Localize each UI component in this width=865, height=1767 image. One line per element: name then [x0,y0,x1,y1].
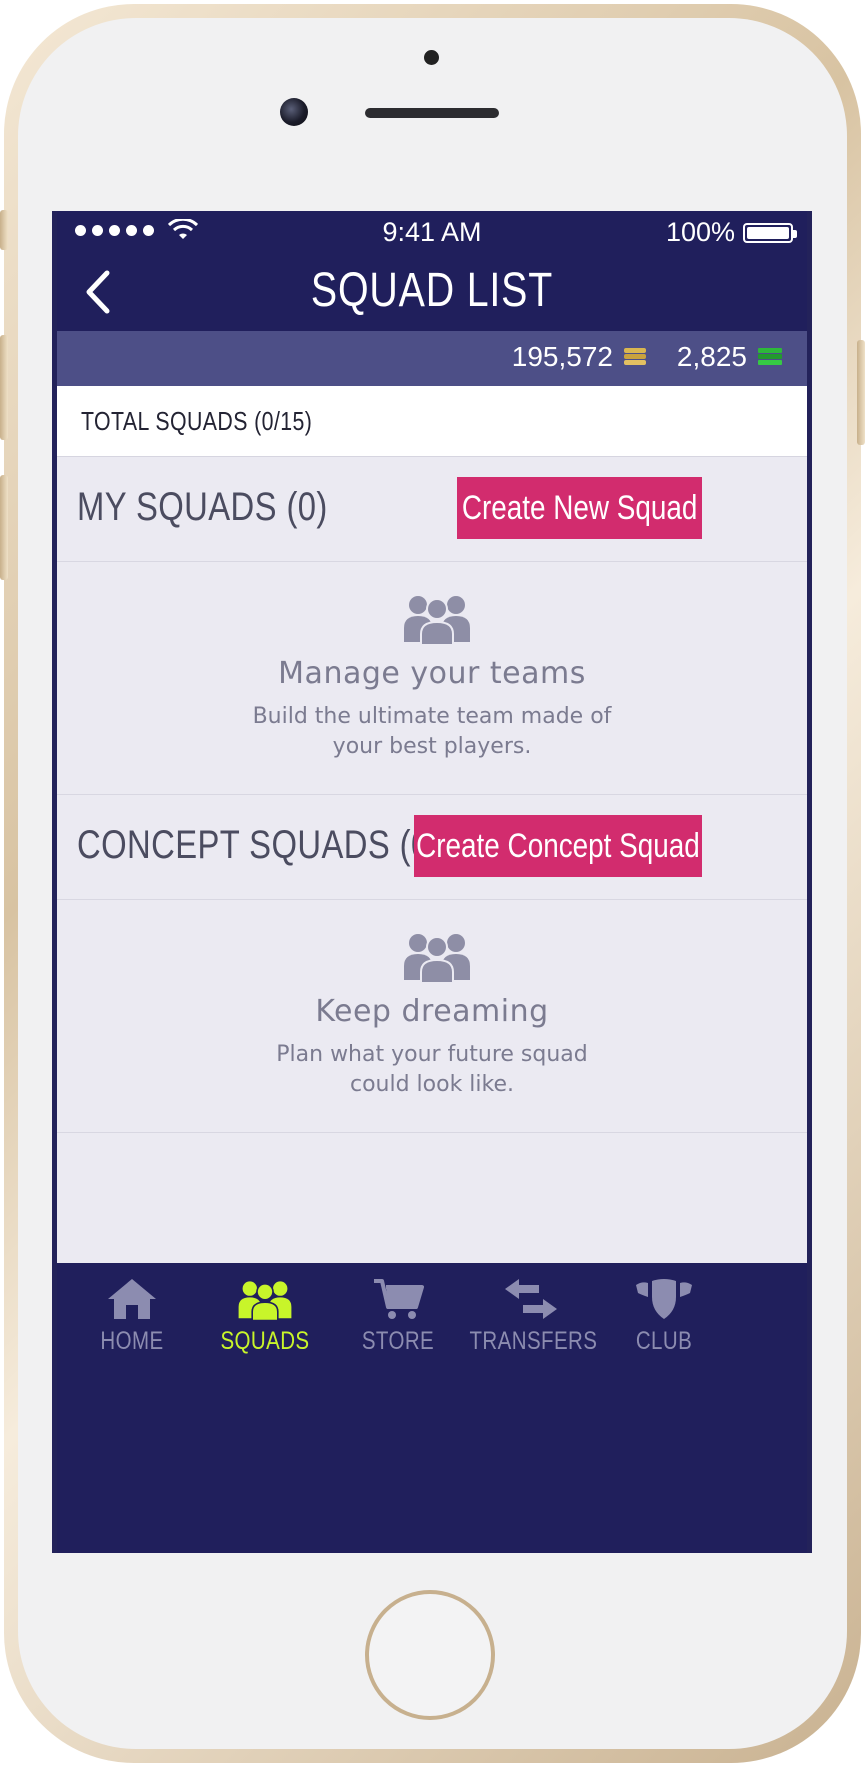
create-new-squad-button[interactable]: Create New Squad [457,477,702,539]
power-button [857,340,865,445]
concept-squads-title: CONCEPT SQUADS (0) [77,823,441,867]
my-squads-empty-description: Build the ultimate team made of your bes… [57,702,807,762]
battery-icon [743,222,797,243]
battery-percent: 100% [665,217,735,247]
my-squads-title: MY SQUADS (0) [77,485,328,529]
description-line: Build the ultimate team made of [252,704,612,729]
tab-store[interactable]: STORE [323,1277,473,1367]
coins-balance: 195,572 [512,341,647,373]
tab-label: SQUADS [220,1327,310,1355]
phone-screen: 9:41 AM 100% SQUAD LIST 195,572 2,825 TO… [52,211,812,1553]
page-title: SQUAD LIST [310,264,554,317]
chevron-left-icon [86,270,110,314]
back-button[interactable] [77,267,127,317]
total-squads-label: TOTAL SQUADS (0/15) [81,406,313,436]
tab-club[interactable]: CLUB [589,1277,739,1367]
team-icon [404,596,470,644]
front-camera [280,98,308,126]
navigation-bar: SQUAD LIST [57,251,807,331]
description-line: Plan what your future squad [276,1042,588,1067]
tab-label: HOME [100,1327,164,1355]
squads-icon [238,1281,292,1320]
coins-amount: 195,572 [511,341,613,372]
home-button[interactable] [365,1590,495,1720]
club-shield-icon [636,1279,692,1319]
cart-icon [374,1279,424,1319]
concept-squads-empty-state: Keep dreaming Plan what your future squa… [57,900,807,1133]
concept-squads-header: CONCEPT SQUADS (0) Create Concept Squad [57,795,807,900]
total-squads-row: TOTAL SQUADS (0/15) [57,386,807,457]
tab-home[interactable]: HOME [57,1277,207,1367]
team-icon [404,934,470,982]
mute-switch [0,210,8,250]
tab-label: TRANSFERS [469,1327,598,1355]
volume-up-button [0,335,8,440]
points-stack-icon [758,348,782,365]
concept-squads-empty-title: Keep dreaming [315,994,549,1029]
tab-bar: HOME SQUADS STORE TRANSFERS CLUB [57,1263,807,1553]
points-amount: 2,825 [676,341,747,372]
app-content: 9:41 AM 100% SQUAD LIST 195,572 2,825 TO… [57,211,807,1553]
create-concept-squad-button[interactable]: Create Concept Squad [414,815,702,877]
my-squads-empty-title: Manage your teams [278,656,586,691]
description-line: could look like. [349,1072,515,1097]
home-icon [108,1279,156,1319]
volume-down-button [0,475,8,580]
concept-squads-empty-description: Plan what your future squad could look l… [57,1040,807,1100]
currency-bar: 195,572 2,825 [57,331,807,386]
tab-label: STORE [361,1327,435,1355]
transfer-arrows-icon [505,1279,557,1319]
proximity-sensor [424,50,439,65]
coin-stack-icon [624,348,646,365]
my-squads-empty-state: Manage your teams Build the ultimate tea… [57,562,807,795]
battery-indicator: 100% [665,217,797,248]
earpiece-speaker [365,108,499,118]
tab-label: CLUB [635,1327,693,1355]
tab-transfers[interactable]: TRANSFERS [456,1277,606,1367]
status-bar: 9:41 AM 100% [57,211,807,251]
description-line: your best players. [332,734,532,759]
tab-squads[interactable]: SQUADS [190,1277,340,1367]
points-balance: 2,825 [677,341,783,373]
my-squads-header: MY SQUADS (0) Create New Squad [57,457,807,562]
